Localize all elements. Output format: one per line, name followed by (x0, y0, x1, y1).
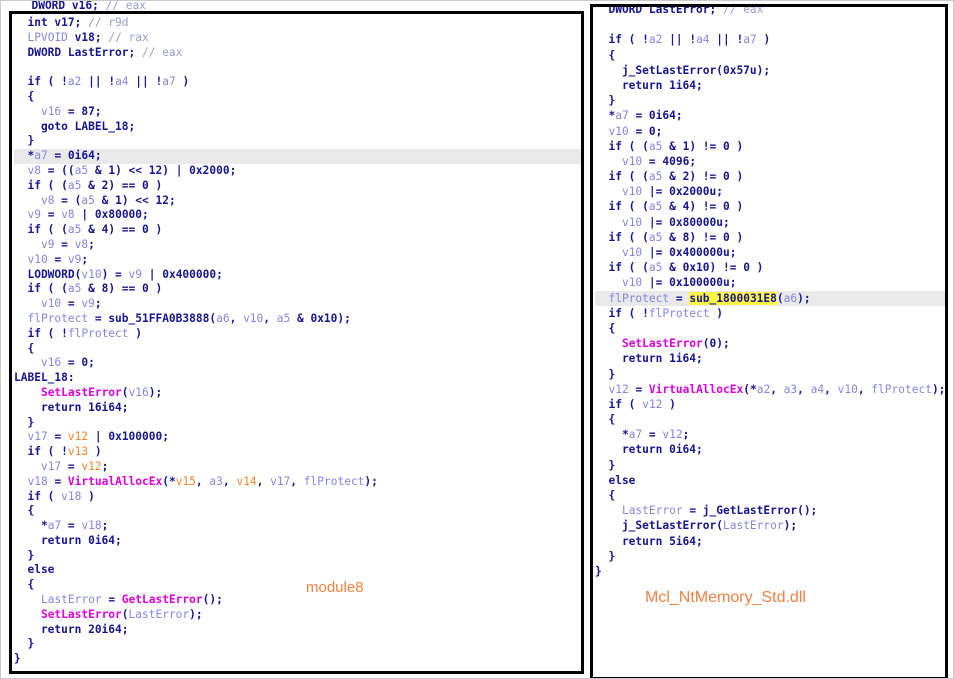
code-line: return 20i64; (14, 623, 581, 638)
code-line: if ( (a5 & 4) != 0 ) (595, 199, 945, 214)
code-line: return 0i64; (14, 534, 581, 549)
code-line: if ( (a5 & 1) != 0 ) (595, 139, 945, 154)
code-line: v9 = v8; (14, 238, 581, 253)
code-line: v9 = v8 | 0x80000; (14, 208, 581, 223)
code-line: v10 = v9; (14, 297, 581, 312)
left-pane-caption: module8 (306, 579, 364, 596)
code-line: v16 = 0; (14, 356, 581, 371)
code-line: } (595, 564, 945, 579)
code-line: v8 = (a5 & 1) << 12; (14, 194, 581, 209)
right-pane-caption: Mcl_NtMemory_Std.dll (645, 589, 806, 607)
code-line: { (595, 488, 945, 503)
code-line: if ( !a2 || !a4 || !a7 ) (14, 75, 581, 90)
code-line: return 1i64; (595, 78, 945, 93)
code-line: return 5i64; (595, 534, 945, 549)
code-line: } (14, 637, 581, 652)
code-line: LPVOID v18; // rax (14, 31, 581, 46)
code-line: { (595, 48, 945, 63)
code-line: if ( (a5 & 2) == 0 ) (14, 179, 581, 194)
highlighted-code-line: flProtect = sub_1800031E8(a6); (595, 291, 945, 306)
code-line: if ( !a2 || !a4 || !a7 ) (595, 32, 945, 47)
code-line: v18 = VirtualAllocEx(*v15, a3, v14, v17,… (14, 475, 581, 490)
code-line: DWORD LastError; // eax (595, 4, 945, 17)
code-line: { (595, 321, 945, 336)
code-line: if ( v12 ) (595, 397, 945, 412)
code-line: SetLastError(0); (595, 336, 945, 351)
code-line: { (595, 412, 945, 427)
code-line: v10 = 4096; (595, 154, 945, 169)
code-line: if ( !flProtect ) (14, 327, 581, 342)
code-line: v17 = v12; (14, 460, 581, 475)
code-line: v17 = v12 | 0x100000; (14, 430, 581, 445)
code-line: if ( v18 ) (14, 490, 581, 505)
right-pane-code[interactable]: DWORD LastError; // eax if ( !a2 || !a4 … (593, 4, 945, 579)
code-line: if ( !v13 ) (14, 445, 581, 460)
code-line: v10 |= 0x2000u; (595, 184, 945, 199)
code-line: { (14, 342, 581, 357)
left-pane-code[interactable]: int v17; // r9d LPVOID v18; // rax DWORD… (12, 14, 581, 667)
code-line: v10 = v9; (14, 253, 581, 268)
code-line: j_SetLastError(LastError); (595, 518, 945, 533)
code-line: { (14, 578, 581, 593)
code-line: *a7 = v18; (14, 519, 581, 534)
code-line: v8 = ((a5 & 1) << 12) | 0x2000; (14, 164, 581, 179)
code-line: v10 |= 0x80000u; (595, 215, 945, 230)
code-line: int v17; // r9d (14, 16, 581, 31)
code-line: else (595, 473, 945, 488)
code-line: goto LABEL_18; (14, 120, 581, 135)
code-line: v16 = 87; (14, 105, 581, 120)
code-line (14, 60, 581, 75)
code-line: } (14, 652, 581, 667)
left-decompiler-pane[interactable]: int v17; // r9d LPVOID v18; // rax DWORD… (9, 11, 584, 674)
code-line: } (595, 458, 945, 473)
code-line: } (595, 549, 945, 564)
code-line: v12 = VirtualAllocEx(*a2, a3, a4, v10, f… (595, 382, 945, 397)
code-line: v10 |= 0x100000u; (595, 275, 945, 290)
code-line: if ( (a5 & 0x10) != 0 ) (595, 260, 945, 275)
code-line: } (14, 134, 581, 149)
code-line: flProtect = sub_51FFA0B3888(a6, v10, a5 … (14, 312, 581, 327)
code-line: { (14, 90, 581, 105)
code-line (595, 17, 945, 32)
code-line: SetLastError(LastError); (14, 608, 581, 623)
code-line: } (14, 549, 581, 564)
code-line: if ( (a5 & 8) == 0 ) (14, 282, 581, 297)
code-line: j_SetLastError(0x57u); (595, 63, 945, 78)
code-line: DWORD LastError; // eax (14, 46, 581, 61)
code-line: SetLastError(v16); (14, 386, 581, 401)
code-line: *a7 = 0i64; (595, 108, 945, 123)
right-decompiler-pane[interactable]: DWORD LastError; // eax if ( !a2 || !a4 … (590, 4, 948, 679)
code-line: return 16i64; (14, 401, 581, 416)
code-line: if ( !flProtect ) (595, 306, 945, 321)
code-line: LABEL_18: (14, 371, 581, 386)
code-line: *a7 = v12; (595, 427, 945, 442)
code-line: LastError = j_GetLastError(); (595, 503, 945, 518)
code-line: v10 = 0; (595, 124, 945, 139)
code-line: LastError = GetLastError(); (14, 593, 581, 608)
code-line: } (595, 367, 945, 382)
code-line: { (14, 504, 581, 519)
highlighted-code-line: *a7 = 0i64; (14, 149, 581, 164)
code-line: LODWORD(v10) = v9 | 0x400000; (14, 268, 581, 283)
code-line: } (14, 416, 581, 431)
code-line: if ( (a5 & 2) != 0 ) (595, 169, 945, 184)
code-line: v10 |= 0x400000u; (595, 245, 945, 260)
code-line: if ( (a5 & 8) != 0 ) (595, 230, 945, 245)
code-line: if ( (a5 & 4) == 0 ) (14, 223, 581, 238)
code-line: else (14, 563, 581, 578)
code-line: } (595, 93, 945, 108)
code-line: return 0i64; (595, 442, 945, 457)
code-line: return 1i64; (595, 351, 945, 366)
decompiler-comparison-screenshot: DWORD v16; // eax int v17; // r9d LPVOID… (0, 0, 954, 679)
